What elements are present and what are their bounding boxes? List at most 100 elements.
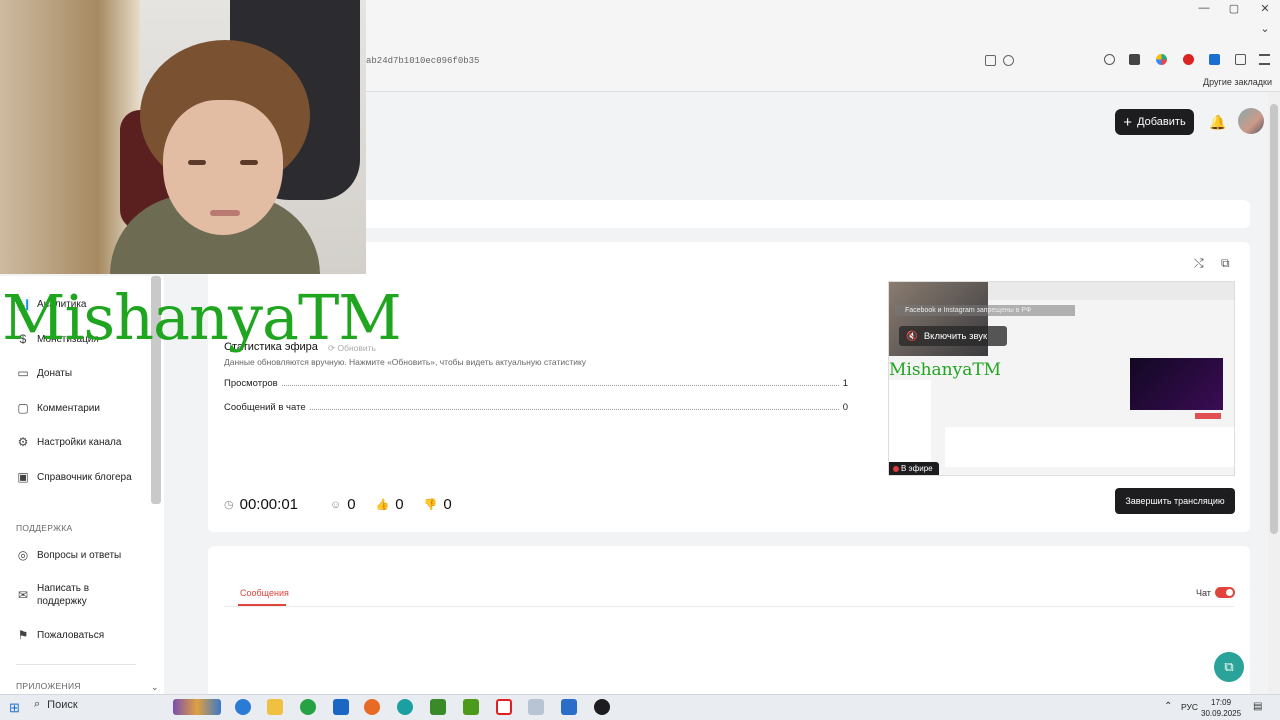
unmute-button[interactable]: 🔇 Включить звук [899,326,1007,346]
chat-toggle[interactable] [1215,587,1235,598]
dislikes-metric: 👎 0 [424,496,452,513]
taskbar-search[interactable]: ⌕ Поиск [34,698,78,711]
external-link-icon[interactable]: ⧉ [1221,256,1230,271]
share-icon[interactable]: ⤭ [1194,256,1204,271]
cart-extension-icon[interactable] [1209,54,1220,65]
taskbar-clock[interactable]: 17:09 30.09.2025 [1201,697,1241,719]
firefox-icon[interactable] [364,699,380,715]
close-window-button[interactable]: ✕ [1250,2,1280,15]
page-scroll-thumb[interactable] [1270,104,1278,534]
app-icon[interactable] [528,699,544,715]
chat-card [208,546,1250,694]
search-icon: ⌕ [34,698,41,710]
sidebar-item-label: Пожаловаться [37,629,105,641]
channel-watermark: MishanyaTM [2,281,402,354]
live-badge: В эфире [889,462,939,475]
clock-icon: ◷ [224,499,234,511]
minimize-button[interactable]: — [1189,2,1219,14]
end-stream-button[interactable]: Завершить трансляцию [1115,488,1235,514]
gear-icon: ⚙ [17,435,29,449]
viewer-icon: ☺ [330,498,342,511]
sidebar-item-faq[interactable]: ◎ Вопросы и ответы [16,548,121,562]
yandex-icon[interactable] [496,699,512,715]
tab-messages[interactable]: Сообщения [240,588,289,598]
sidebar-divider [16,664,136,665]
webcam-person [210,210,240,216]
other-bookmarks[interactable]: Другие закладки [1203,77,1272,87]
install-app-icon[interactable] [985,55,996,66]
stream-preview[interactable]: Facebook и Instagram запрещены в РФ 🔇 Вк… [888,281,1235,476]
outlook-icon[interactable] [333,699,349,715]
url-text[interactable]: ab24d7b1010ec096f0b35 [366,56,479,66]
extension-icon[interactable] [1156,54,1167,65]
sidebar-item-contact-support[interactable]: ✉ Написать в поддержку [16,582,126,608]
sidebar-item-label: Комментарии [37,402,100,414]
app-icon[interactable] [463,699,479,715]
preview-sidebar [889,380,931,465]
duration-metric: ◷ 00:00:01 [224,496,298,513]
question-icon: ◎ [17,548,29,562]
maximize-button[interactable]: ▢ [1219,2,1249,15]
sidebar-item-label: Настройки канала [37,436,122,448]
sidebar-item-report[interactable]: ⚑ Пожаловаться [16,628,105,642]
comment-icon: ▢ [17,401,29,415]
stat-value: 0 [842,402,848,413]
preview-nested-video [1130,358,1223,410]
widgets-icon[interactable] [173,699,221,715]
notification-icon[interactable]: ▤ [1253,701,1262,712]
donate-icon: ▭ [17,366,29,380]
app-icon[interactable] [430,699,446,715]
help-chat-button[interactable]: ⧉ [1214,652,1244,682]
webcam-background [0,0,140,274]
extension-icon[interactable] [1104,54,1115,65]
language-indicator[interactable]: РУС [1181,702,1198,712]
sidebar-item-blogger-guide[interactable]: ▣ Справочник блогера [16,470,132,484]
sidebar-item-comments[interactable]: ▢ Комментарии [16,401,100,415]
extension-icon[interactable] [1183,54,1194,65]
tray-chevron-icon[interactable]: ⌃ [1164,701,1172,712]
add-button[interactable]: + Добавить [1115,109,1194,135]
extension-icon[interactable] [1129,54,1140,65]
chevron-down-icon[interactable]: ⌄ [151,682,159,693]
support-section-title: ПОДДЕРЖКА [16,523,73,533]
bookmark-star-icon[interactable] [1003,55,1014,66]
mail-icon: ✉ [17,587,29,602]
chat-bubble-icon: ⧉ [1224,659,1234,674]
preview-panel [945,427,1234,467]
dotted-leader [309,409,839,410]
tab-active-indicator [238,604,286,606]
whatsapp-icon[interactable] [300,699,316,715]
preview-watermark: MishanyaTM [889,360,1002,380]
stat-row-views: Просмотров 1 [224,378,848,389]
menu-icon[interactable] [1259,54,1270,65]
tab-divider [224,606,1234,607]
file-explorer-icon[interactable] [267,699,283,715]
tab-list-button[interactable]: ⌄ [1250,22,1280,35]
avatar[interactable] [1238,108,1264,134]
thumbs-up-icon: 👍 [375,499,390,511]
stat-value: 1 [842,378,848,389]
obs-icon[interactable] [594,699,610,715]
viewers-value: 0 [347,496,356,513]
duration-value: 00:00:01 [239,496,298,513]
edge-icon[interactable] [235,699,251,715]
viewers-metric: ☺ 0 [330,496,356,513]
browser-icon[interactable] [397,699,413,715]
sidebar-item-donations[interactable]: ▭ Донаты [16,366,72,380]
sidebar-item-label: Написать в поддержку [37,583,90,607]
apps-section-title: ПРИЛОЖЕНИЯ [16,681,81,691]
likes-value: 0 [395,496,404,513]
stats-hint: Данные обновляются вручную. Нажмите «Обн… [224,357,587,367]
webcam-person [188,160,206,165]
likes-metric: 👍 0 [376,496,404,513]
app-icon[interactable] [561,699,577,715]
sidebar-item-label: Вопросы и ответы [37,549,122,561]
bell-icon[interactable]: 🔔 [1209,114,1226,131]
sidebar-item-label: Справочник блогера [37,471,132,483]
dotted-leader [281,385,839,386]
sidebar-item-label: Донаты [37,367,73,379]
puzzle-icon[interactable] [1235,54,1246,65]
chat-toggle-label: Чат [1196,588,1211,598]
windows-start-icon[interactable]: ⊞ [9,700,20,716]
sidebar-item-channel-settings[interactable]: ⚙ Настройки канала [16,435,122,449]
